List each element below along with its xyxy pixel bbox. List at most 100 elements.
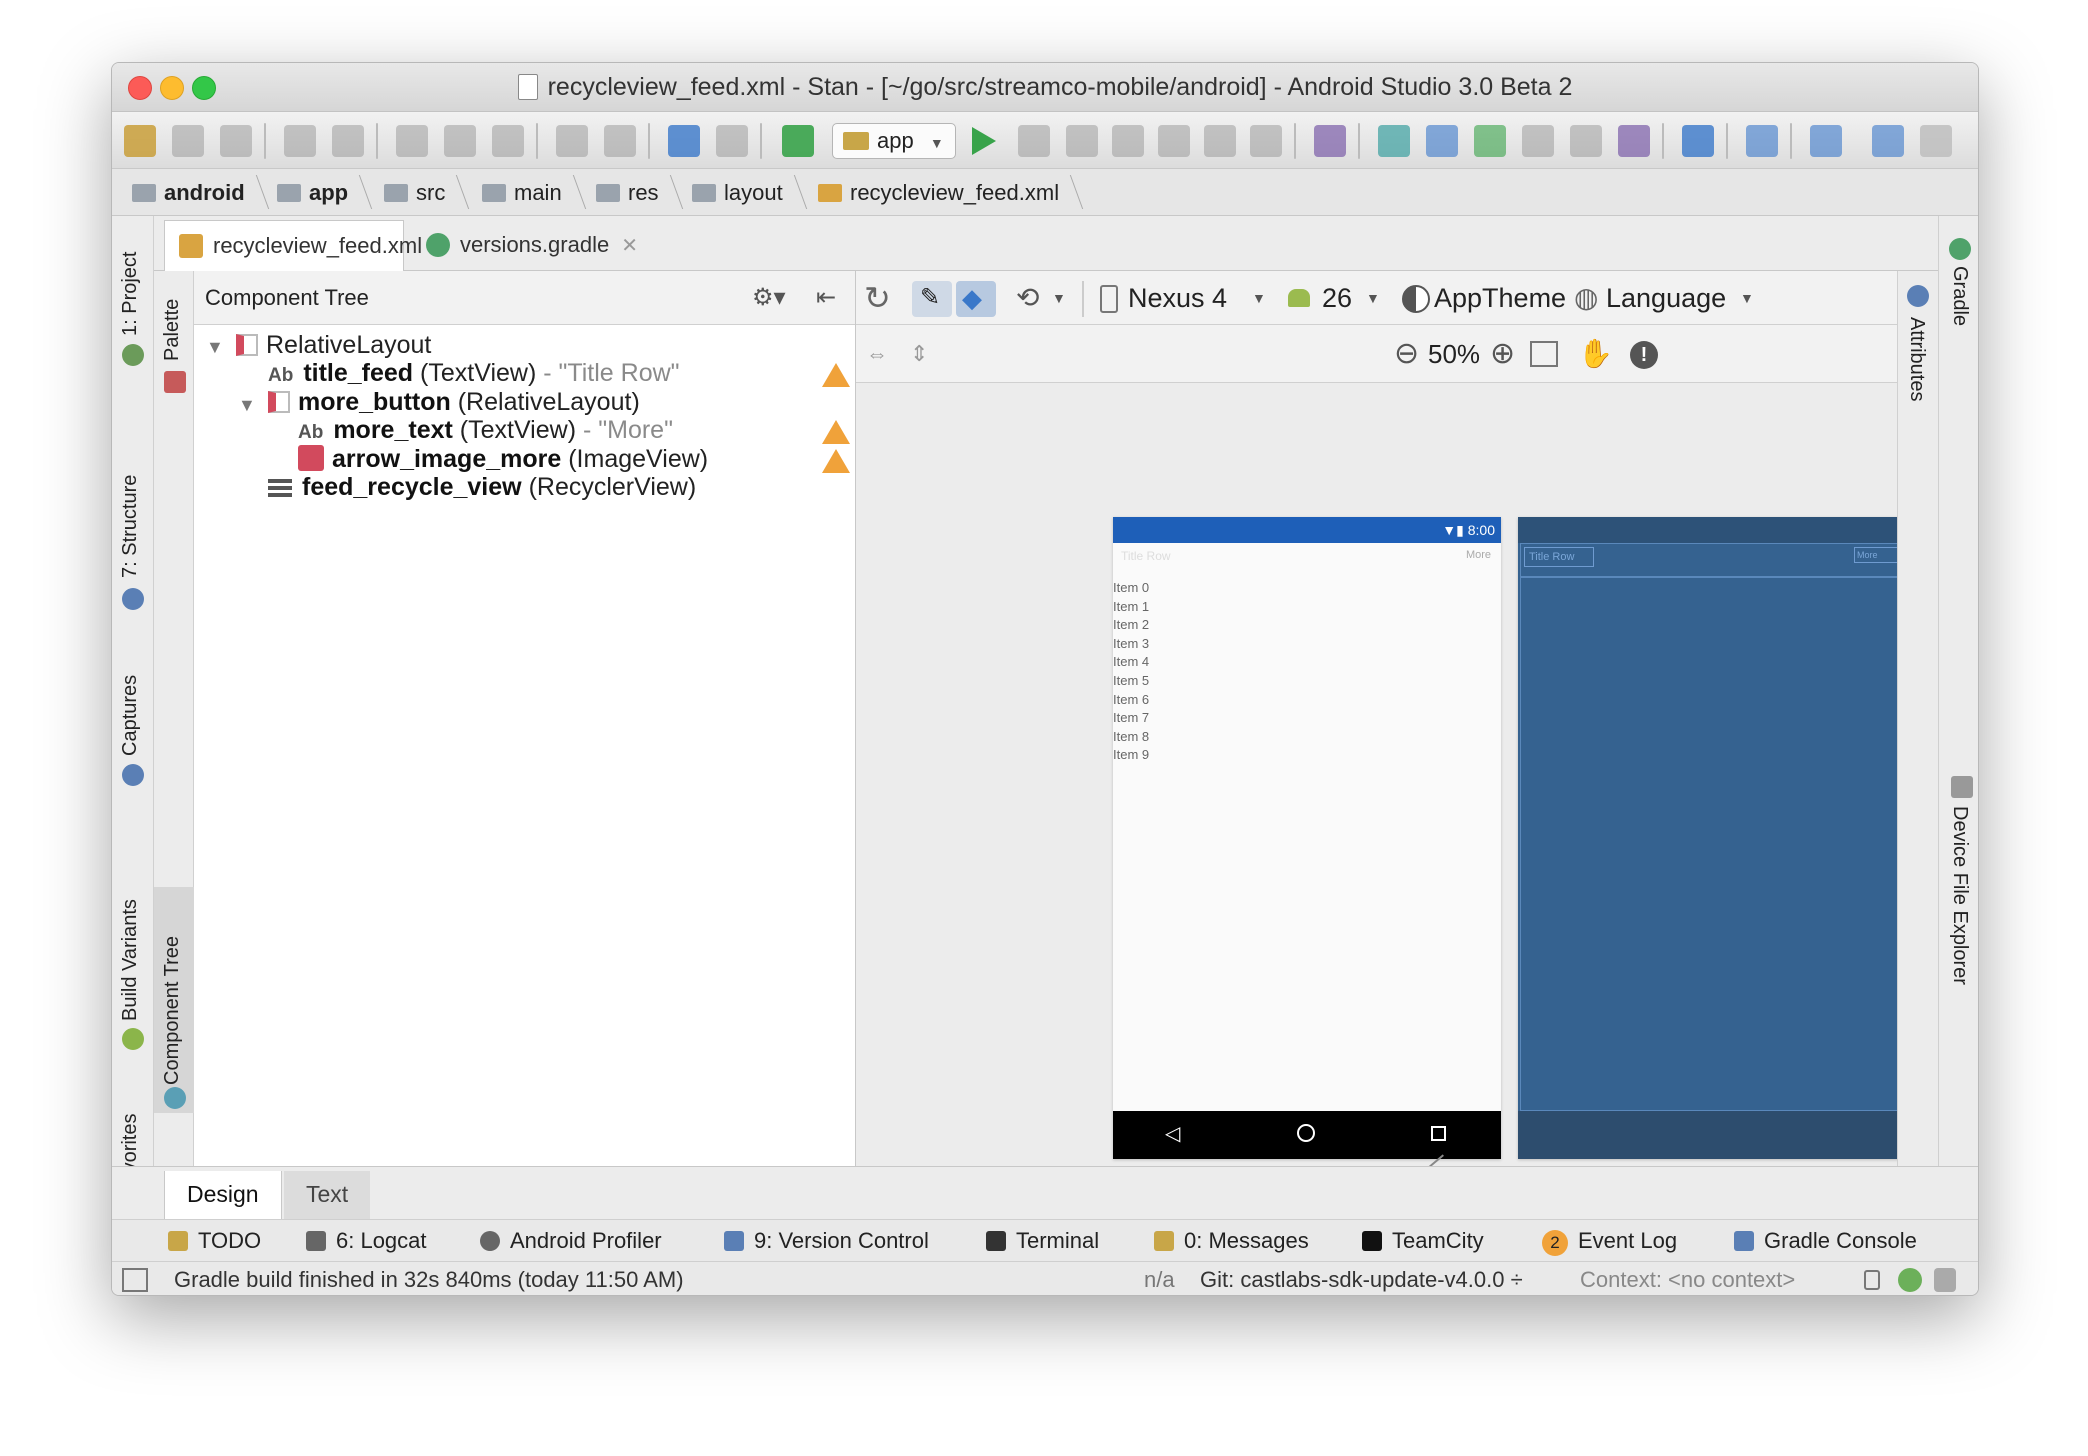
horizontal-resize-icon[interactable]: ⇔ (866, 325, 888, 383)
refresh-icon[interactable]: ↻ (864, 271, 891, 325)
tool-window-android-profiler[interactable]: Android Profiler (480, 1220, 662, 1262)
issues-icon[interactable]: ! (1630, 341, 1658, 369)
chevron-down-icon[interactable]: ▼ (1052, 271, 1066, 325)
tool-tab-project[interactable]: 1: Project (119, 252, 142, 336)
gear-icon[interactable]: ⚙▾ (752, 271, 786, 325)
expand-triangle-icon[interactable]: ▼ (238, 395, 256, 416)
chevron-down-icon[interactable]: ▼ (1252, 271, 1266, 325)
minimize-window-button[interactable] (160, 76, 184, 100)
tool-tab-structure[interactable]: 7: Structure (119, 475, 142, 578)
revert-icon[interactable] (1618, 125, 1650, 157)
replace-icon[interactable] (604, 125, 636, 157)
collapse-panel-icon[interactable]: ⇤ (816, 271, 836, 325)
undo-icon[interactable] (284, 125, 316, 157)
sync-icon[interactable] (220, 125, 252, 157)
tool-tab-attributes[interactable]: Attributes (1905, 317, 1928, 401)
zoom-out-icon[interactable]: ⊖ (1394, 325, 1419, 383)
tool-tab-gradle[interactable]: Gradle (1948, 266, 1971, 326)
apply-changes-icon[interactable] (1018, 125, 1050, 157)
debug-icon[interactable] (1066, 125, 1098, 157)
event-indicator-icon[interactable] (1934, 1268, 1956, 1292)
warning-icon[interactable] (822, 363, 850, 387)
warning-icon[interactable] (822, 449, 850, 473)
component-tree-tab-selected[interactable]: Component Tree (154, 887, 194, 1113)
device-preview[interactable]: ▼▮ 8:00 Title Row More Item 0 Item 1 Ite… (1113, 517, 1501, 1159)
tool-window-teamcity[interactable]: TeamCity (1362, 1220, 1484, 1262)
tab-versions-gradle[interactable]: versions.gradle ✕ (412, 220, 642, 271)
vcs-update-icon[interactable] (1426, 125, 1458, 157)
tree-row-feed-recycle-view[interactable]: feed_recycle_view (RecyclerView) (268, 469, 696, 505)
vcs-history-icon[interactable] (1570, 125, 1602, 157)
warning-icon[interactable] (822, 420, 850, 444)
open-folder-icon[interactable] (124, 125, 156, 157)
stop-icon[interactable] (1250, 125, 1282, 157)
tool-window-todo[interactable]: TODO (168, 1220, 261, 1262)
breadcrumb-item-file[interactable]: recycleview_feed.xml (818, 169, 1084, 216)
breadcrumb-item-src[interactable]: src (384, 169, 470, 216)
toggle-tool-windows-icon[interactable] (122, 1268, 148, 1292)
pan-hand-icon[interactable]: ✋ (1578, 325, 1613, 383)
vcs-commit-icon[interactable] (1474, 125, 1506, 157)
tool-tab-device-file-explorer[interactable]: Device File Explorer (1948, 806, 1971, 985)
chevron-down-icon[interactable]: ▼ (1366, 271, 1380, 325)
close-tab-icon[interactable]: ✕ (621, 235, 638, 257)
expand-triangle-icon[interactable]: ▼ (206, 337, 224, 358)
blueprint-preview[interactable]: Title Row More (1518, 517, 1906, 1159)
tool-window-logcat[interactable]: 6: Logcat (306, 1220, 427, 1262)
back-icon[interactable] (668, 125, 700, 157)
tool-window-gradle-console[interactable]: Gradle Console (1734, 1220, 1917, 1262)
user-avatar-icon[interactable] (1920, 125, 1952, 157)
build-hammer-icon[interactable] (782, 125, 814, 157)
zoom-in-icon[interactable]: ⊕ (1490, 325, 1515, 383)
chevron-down-icon[interactable]: ▼ (1740, 271, 1754, 325)
api-level-selector[interactable]: 26 (1322, 271, 1352, 325)
tool-window-event-log[interactable]: 2 Event Log (1542, 1220, 1677, 1262)
tab-recycleview-feed[interactable]: recycleview_feed.xml✕ (164, 220, 451, 271)
zoom-window-button[interactable] (192, 76, 216, 100)
tool-tab-build-variants[interactable]: Build Variants (119, 899, 142, 1021)
breadcrumb-item-layout[interactable]: layout (692, 169, 807, 216)
tool-tab-captures[interactable]: Captures (119, 675, 142, 756)
save-icon[interactable] (172, 125, 204, 157)
breadcrumb-item-android[interactable]: android (132, 169, 269, 216)
close-window-button[interactable] (128, 76, 152, 100)
git-branch-widget[interactable]: Git: castlabs-sdk-update-v4.0.0 ÷ (1200, 1262, 1523, 1295)
language-selector[interactable]: Language (1606, 271, 1726, 325)
lock-icon[interactable] (1864, 1270, 1880, 1290)
zoom-to-fit-icon[interactable] (1530, 341, 1558, 367)
tool-window-version-control[interactable]: 9: Version Control (724, 1220, 929, 1262)
status-message[interactable]: Gradle build finished in 32s 840ms (toda… (174, 1262, 684, 1295)
vertical-resize-icon[interactable]: ⇕ (910, 325, 928, 383)
inspection-ok-icon[interactable] (1898, 1268, 1922, 1292)
apk-icon[interactable] (1204, 125, 1236, 157)
attach-debugger-icon[interactable] (1158, 125, 1190, 157)
device-selector[interactable]: Nexus 4 (1128, 271, 1227, 325)
tab-design[interactable]: Design (164, 1171, 282, 1220)
sdk-manager-icon[interactable] (1746, 125, 1778, 157)
tab-text[interactable]: Text (284, 1171, 371, 1220)
redo-icon[interactable] (332, 125, 364, 157)
avd-manager-icon[interactable] (1314, 125, 1346, 157)
gradle-sync-icon[interactable] (1378, 125, 1410, 157)
copy-icon[interactable] (444, 125, 476, 157)
vcs-compare-icon[interactable] (1522, 125, 1554, 157)
project-structure-icon[interactable] (1682, 125, 1714, 157)
forward-icon[interactable] (716, 125, 748, 157)
tool-window-terminal[interactable]: Terminal (986, 1220, 1099, 1262)
tool-tab-palette[interactable]: Palette (161, 299, 184, 361)
context-widget[interactable]: Context: <no context> (1580, 1262, 1795, 1295)
orientation-icon[interactable]: ⟲ (1016, 271, 1039, 325)
find-icon[interactable] (556, 125, 588, 157)
breadcrumb-item-res[interactable]: res (596, 169, 683, 216)
profiler-gauge-icon[interactable] (1810, 125, 1842, 157)
breadcrumb-item-app[interactable]: app (277, 169, 373, 216)
profile-icon[interactable] (1112, 125, 1144, 157)
run-configuration-dropdown[interactable]: app ▼ (832, 123, 956, 159)
help-search-icon[interactable] (1872, 125, 1904, 157)
breadcrumb-item-main[interactable]: main (482, 169, 586, 216)
cut-icon[interactable] (396, 125, 428, 157)
tool-window-messages[interactable]: 0: Messages (1154, 1220, 1309, 1262)
run-icon[interactable] (972, 127, 996, 155)
paste-icon[interactable] (492, 125, 524, 157)
theme-selector[interactable]: AppTheme (1434, 271, 1566, 325)
